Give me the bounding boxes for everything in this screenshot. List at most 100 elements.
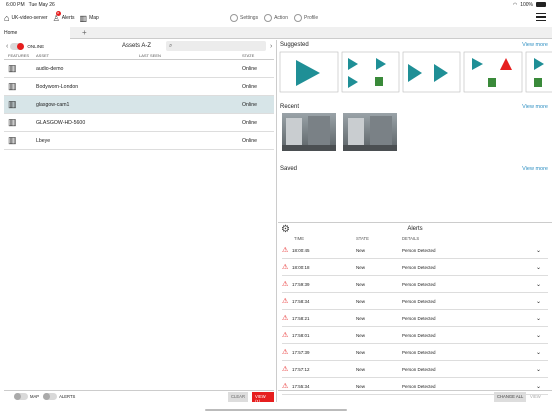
chevron-down-icon[interactable]: ⌄ <box>536 315 541 322</box>
alert-details: Person Detected <box>402 315 436 321</box>
chevron-down-icon[interactable]: ⌄ <box>536 349 541 356</box>
alert-time: 17:58:34 <box>292 298 310 304</box>
asset-name: Lbeye <box>36 137 51 144</box>
alert-row[interactable]: ⚠ 17:58:21 New Person Detected ⌄ <box>282 310 548 327</box>
add-tab-button[interactable]: + <box>82 28 87 37</box>
nav-alerts[interactable]: ♙ 8 Alerts <box>53 10 75 23</box>
alerts-toggle-label: ALERTS <box>59 394 76 399</box>
table-row-selected[interactable]: ▥ glasgow-cam1 Online <box>4 96 274 114</box>
search-input[interactable]: ⌕ <box>166 41 266 51</box>
map-icon <box>488 78 496 87</box>
alert-details: Person Detected <box>402 298 436 304</box>
profile-icon <box>293 14 302 22</box>
nav-map[interactable]: ▥ Map <box>80 14 99 23</box>
nav-server-label: UK-video-server <box>11 15 48 21</box>
table-row[interactable]: ▥ GLASGOW-HD-5600 Online <box>4 114 274 132</box>
alert-row[interactable]: ⚠ 17:59:39 New Person Detected ⌄ <box>282 276 548 293</box>
nav-server[interactable]: ⌂ UK-video-server <box>4 13 48 23</box>
chevron-down-icon[interactable]: ⌄ <box>536 281 541 288</box>
battery-icon <box>536 2 546 7</box>
chevron-down-icon[interactable]: ⌄ <box>536 383 541 390</box>
alert-state: New <box>356 349 366 355</box>
warning-icon: ⚠ <box>282 247 289 254</box>
recent-camera-snapshot-1 <box>282 113 336 151</box>
asset-name: GLASGOW-HD-5600 <box>36 119 86 126</box>
alert-time: 18:00:45 <box>292 247 310 253</box>
nav-action[interactable]: Action <box>264 14 288 22</box>
map-toggle[interactable] <box>14 393 28 400</box>
top-nav: ⌂ UK-video-server ♙ 8 Alerts ▥ Map Setti… <box>0 9 552 27</box>
recent-header: Recent View more <box>278 102 552 112</box>
view-button[interactable]: VIEW (1) <box>252 392 274 404</box>
alert-row[interactable]: ⚠ 17:58:34 New Person Detected ⌄ <box>282 293 548 310</box>
suggested-row <box>278 50 552 94</box>
map-icon: ▥ <box>8 99 17 109</box>
suggested-thumbnails[interactable] <box>278 50 552 94</box>
alert-row[interactable]: ⚠ 18:00:45 New Person Detected ⌄ <box>282 242 548 259</box>
chevron-down-icon[interactable]: ⌄ <box>536 366 541 373</box>
nav-settings[interactable]: Settings <box>230 14 258 22</box>
col-details: DETAILS <box>402 235 420 241</box>
menu-icon[interactable] <box>536 13 546 23</box>
change-all-button[interactable]: CHANGE ALL <box>494 392 527 402</box>
recent-thumbnails[interactable] <box>278 112 418 154</box>
alerts-bottom-bar: CHANGE ALL VIEW <box>278 390 552 402</box>
home-icon: ⌂ <box>4 13 10 23</box>
battery-percent: 100% <box>520 1 533 8</box>
map-icon: ▥ <box>8 81 17 91</box>
suggested-header: Suggested View more <box>278 40 552 50</box>
chevron-down-icon[interactable]: ⌄ <box>536 298 541 305</box>
asset-name: Bodyworn-London <box>36 83 79 90</box>
alerts-list: ⚠ 18:00:45 New Person Detected ⌄ ⚠ 18:00… <box>282 242 548 395</box>
alert-row[interactable]: ⚠ 18:00:18 New Person Detected ⌄ <box>282 259 548 276</box>
map-icon: ▥ <box>79 13 88 23</box>
alert-details: Person Detected <box>402 281 436 287</box>
table-row[interactable]: ▥ Bodyworn-London Online <box>4 78 274 96</box>
nav-action-label: Action <box>274 15 288 21</box>
chevron-down-icon[interactable]: ⌄ <box>536 264 541 271</box>
chevron-right-icon[interactable]: › <box>270 43 272 50</box>
chevron-down-icon[interactable]: ⌄ <box>536 332 541 339</box>
asset-state: Online <box>242 83 257 90</box>
col-last-seen: LAST SEEN <box>139 53 161 58</box>
suggested-tile-mixed <box>463 51 523 93</box>
chevron-down-icon[interactable]: ⌄ <box>536 247 541 254</box>
alert-details: Person Detected <box>402 383 436 389</box>
asset-state: Online <box>242 137 257 144</box>
alert-state: New <box>356 281 366 287</box>
search-icon: ⌕ <box>169 42 173 49</box>
status-time: 6:00 PM <box>6 1 25 8</box>
alert-row[interactable]: ⚠ 17:58:01 New Person Detected ⌄ <box>282 327 548 344</box>
tab-home[interactable]: Home <box>0 27 70 39</box>
chevron-left-icon[interactable]: ‹ <box>6 43 8 50</box>
alerts-view-button[interactable]: VIEW <box>530 394 541 399</box>
saved-header: Saved View more <box>278 164 552 174</box>
status-bar: 6:00 PM Tue May 26 ◠ 100% <box>0 0 552 9</box>
warning-icon: ⚠ <box>282 315 289 322</box>
saved-view-more-link[interactable]: View more <box>522 166 548 172</box>
alerts-toggle[interactable] <box>43 393 58 400</box>
assets-panel: ‹ ONLINE Assets A-Z ⌕ › FEATURES ASSET L… <box>4 40 274 404</box>
alert-row[interactable]: ⚠ 17:57:39 New Person Detected ⌄ <box>282 344 548 361</box>
alert-row[interactable]: ⚠ 17:57:12 New Person Detected ⌄ <box>282 361 548 378</box>
suggested-view-more-link[interactable]: View more <box>522 42 548 48</box>
alert-state: New <box>356 247 366 253</box>
warning-icon: ⚠ <box>282 349 289 356</box>
asset-state: Online <box>242 65 257 72</box>
alert-state: New <box>356 383 366 389</box>
table-row[interactable]: ▥ Lbeye Online <box>4 132 274 150</box>
asset-name: glasgow-cam1 <box>36 101 70 108</box>
nav-profile[interactable]: Profile <box>293 14 318 22</box>
map-icon <box>534 78 542 87</box>
dashboard-panel: Suggested View more Recent View more Sav… <box>278 40 552 402</box>
assets-table-header: FEATURES ASSET LAST SEEN STATE <box>4 52 274 60</box>
table-row[interactable]: ▥ audio-demo Online <box>4 60 274 78</box>
online-toggle[interactable] <box>10 42 25 50</box>
alert-details: Person Detected <box>402 349 436 355</box>
clear-button[interactable]: CLEAR <box>228 392 248 402</box>
suggested-tile-partial <box>525 51 552 93</box>
recent-view-more-link[interactable]: View more <box>522 104 548 110</box>
asset-state: Online <box>242 119 257 126</box>
online-label: ONLINE <box>27 43 45 49</box>
recent-row <box>278 112 552 154</box>
